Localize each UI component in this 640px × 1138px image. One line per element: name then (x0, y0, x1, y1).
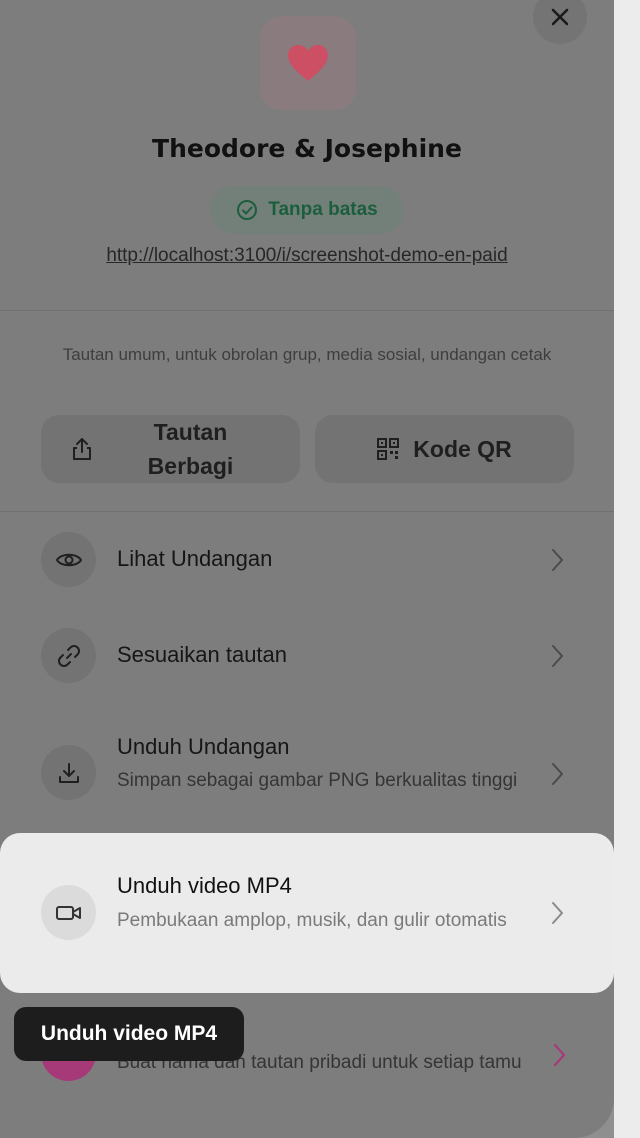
tooltip: Unduh video MP4 (14, 1007, 244, 1061)
video-camera-icon (55, 905, 81, 920)
eye-icon-circle (41, 532, 96, 587)
close-button[interactable] (533, 0, 587, 44)
download-icon (58, 762, 79, 783)
heart-icon (288, 45, 328, 81)
menu-item-title: Unduh video MP4 (117, 873, 292, 898)
status-badge-label: Tanpa batas (268, 199, 378, 220)
menu-item-customize-link[interactable]: Sesuaikan tautan (0, 628, 614, 684)
share-link-button[interactable]: Tautan Berbagi (41, 415, 300, 483)
invitation-thumbnail (260, 16, 356, 110)
eye-icon (55, 553, 82, 566)
link-icon-circle (41, 628, 96, 683)
check-circle-icon (237, 200, 258, 220)
menu-item-title: Lihat Undangan (117, 546, 273, 571)
qr-code-icon (377, 438, 400, 460)
video-icon-circle (41, 885, 96, 940)
chevron-right-icon (552, 763, 563, 785)
menu-item-subtitle: Pembukaan amplop, musik, dan gulir otoma… (117, 910, 507, 931)
qr-code-button[interactable]: Kode QR (315, 415, 574, 483)
link-icon (57, 644, 80, 667)
chevron-right-icon (553, 1043, 566, 1067)
share-link-label: Tautan Berbagi (147, 419, 234, 479)
chevron-right-icon (552, 645, 563, 667)
divider (0, 511, 614, 512)
invitation-title: Theodore & Josephine (152, 134, 462, 163)
share-icon (73, 438, 91, 460)
chevron-right-icon (552, 549, 563, 571)
menu-item-title: Sesuaikan tautan (117, 642, 288, 667)
menu-item-title: Unduh Undangan (117, 734, 290, 759)
close-icon (551, 8, 569, 26)
background-edge (614, 0, 640, 1138)
chevron-right-icon (552, 902, 563, 924)
share-hint: Tautan umum, untuk obrolan grup, media s… (62, 345, 552, 364)
menu-item-view-invitation[interactable]: Lihat Undangan (0, 532, 614, 588)
invitation-link[interactable]: http://localhost:3100/i/screenshot-demo-… (0, 245, 614, 267)
divider (0, 310, 614, 311)
status-badge: Tanpa batas (210, 186, 404, 234)
download-icon-circle (41, 745, 96, 800)
menu-item-download-invitation[interactable]: Unduh Undangan Simpan sebagai gambar PNG… (0, 730, 614, 826)
menu-item-download-video[interactable]: Unduh video MP4 Pembukaan amplop, musik,… (0, 833, 614, 993)
qr-code-label: Kode QR (413, 435, 512, 462)
menu-item-subtitle: Simpan sebagai gambar PNG berkualitas ti… (117, 770, 518, 791)
